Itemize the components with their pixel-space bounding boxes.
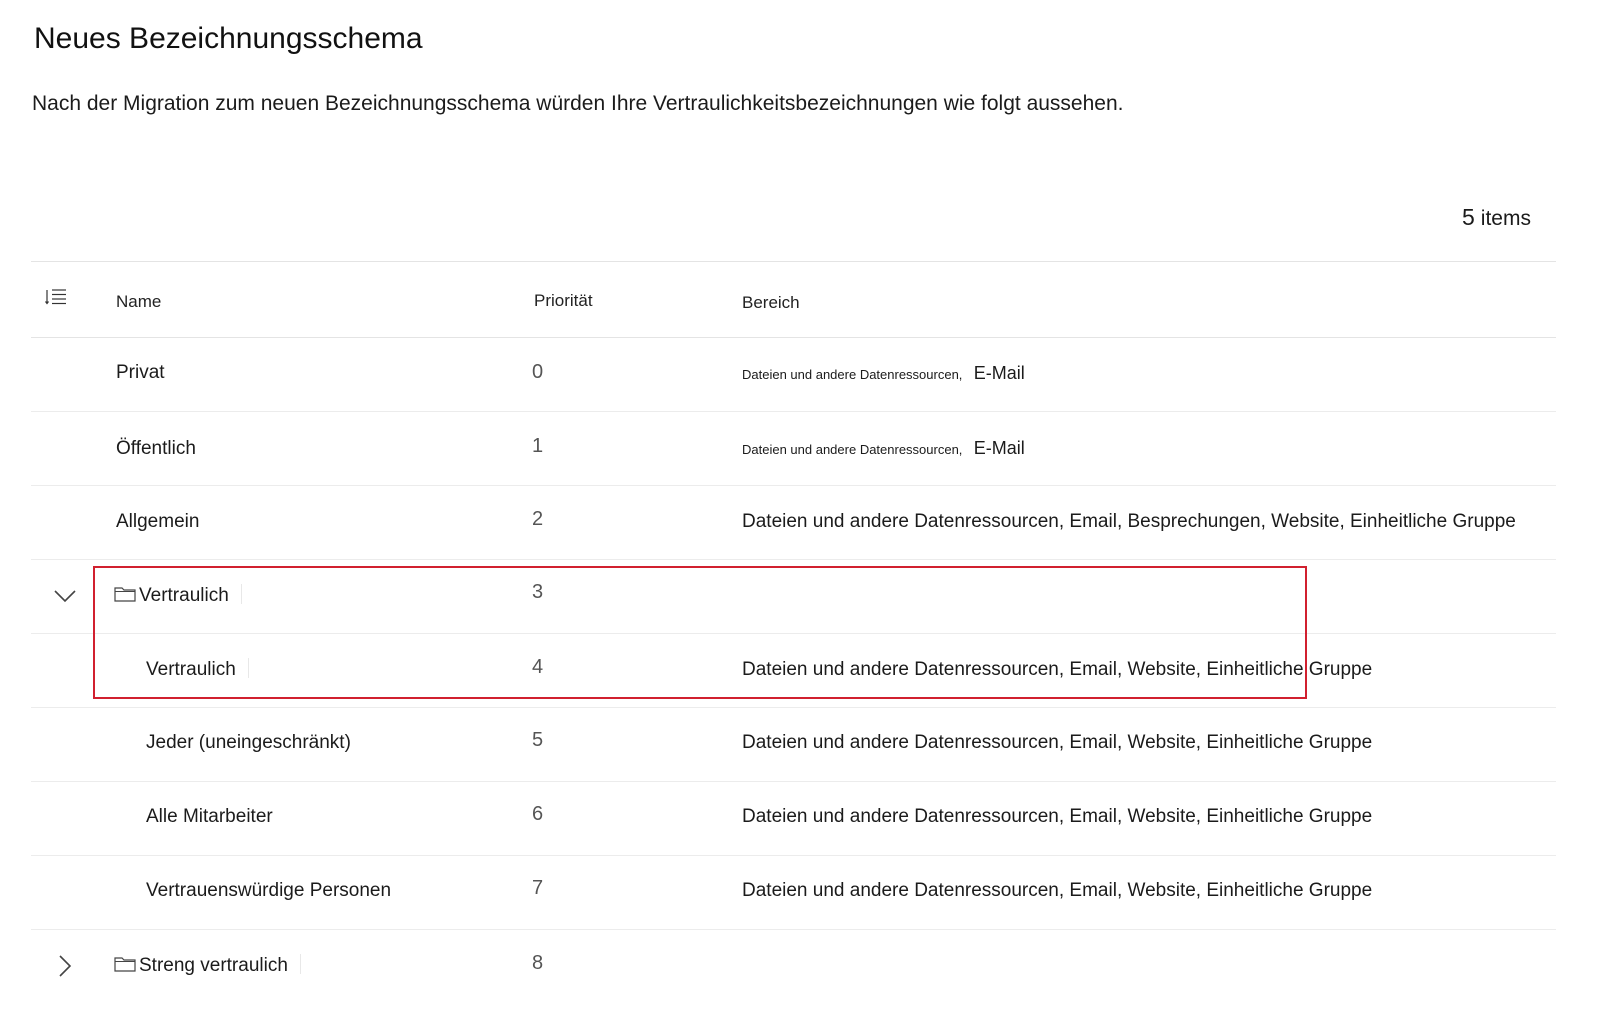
column-separator <box>299 954 301 974</box>
table-row[interactable]: Alle Mitarbeiter 6 Dateien und andere Da… <box>31 782 1556 856</box>
chevron-down-icon[interactable] <box>51 582 79 610</box>
table-row[interactable]: Privat 0 Dateien und andere Datenressour… <box>31 338 1556 412</box>
label-name: Streng vertraulich <box>114 954 301 977</box>
label-priority: 1 <box>532 435 544 457</box>
table-row[interactable]: Vertraulich 4 Dateien und andere Datenre… <box>31 634 1556 708</box>
label-scope: Dateien und andere Datenressourcen, Emai… <box>742 511 1516 532</box>
items-count: 5 items <box>1462 204 1531 231</box>
label-name-text: Vertraulich <box>146 659 236 680</box>
table-row[interactable]: Jeder (uneingeschränkt) 5 Dateien und an… <box>31 708 1556 782</box>
label-scope-part: Dateien und andere Datenressourcen, <box>742 442 963 457</box>
label-scope: Dateien und andere Datenressourcen, Emai… <box>742 806 1373 827</box>
label-name: Allgemein <box>116 511 200 532</box>
chevron-right-icon[interactable] <box>51 952 79 980</box>
label-name: Jeder (uneingeschränkt) <box>146 732 351 753</box>
page-description: Nach der Migration zum neuen Bezeichnung… <box>32 92 1124 115</box>
items-count-label: items <box>1480 207 1531 230</box>
table-row[interactable]: Allgemein 2 Dateien und andere Datenress… <box>31 486 1556 560</box>
list-icon[interactable] <box>45 288 67 306</box>
column-header-name[interactable]: Name <box>116 292 161 312</box>
label-priority: 2 <box>532 508 544 530</box>
label-scope-part: E-Mail <box>973 363 1025 383</box>
label-scope-part: Dateien und andere Datenressourcen, <box>742 367 963 382</box>
column-header-scope[interactable]: Bereich <box>742 293 800 313</box>
label-scope: Dateien und andere Datenressourcen, Emai… <box>742 659 1373 680</box>
label-priority: 4 <box>532 656 544 678</box>
label-scope: Dateien und andere Datenressourcen, Emai… <box>742 732 1373 753</box>
table-row-group[interactable]: Streng vertraulich 8 <box>31 930 1556 1003</box>
folder-icon <box>114 587 136 602</box>
items-count-number: 5 <box>1462 204 1475 230</box>
label-name: Alle Mitarbeiter <box>146 806 273 827</box>
label-scope: Dateien und andere Datenressourcen, E-Ma… <box>742 438 1025 460</box>
page-title: Neues Bezeichnungsschema <box>34 22 423 55</box>
label-name-text: Vertraulich <box>139 585 229 606</box>
label-scope: Dateien und andere Datenressourcen, Emai… <box>742 880 1373 901</box>
label-name: Vertraulich <box>114 584 242 607</box>
table-row[interactable]: Öffentlich 1 Dateien und andere Datenres… <box>31 412 1556 486</box>
label-priority: 5 <box>532 729 544 751</box>
table-row[interactable]: Vertrauenswürdige Personen 7 Dateien und… <box>31 856 1556 930</box>
label-priority: 6 <box>532 803 544 825</box>
column-separator <box>247 658 249 678</box>
label-name: Privat <box>116 362 165 383</box>
label-scope-part: E-Mail <box>973 438 1025 458</box>
label-priority: 8 <box>532 952 544 974</box>
table-header: Name Priorität Bereich <box>31 261 1556 338</box>
label-name-text: Streng vertraulich <box>139 955 288 976</box>
label-priority: 0 <box>532 361 544 383</box>
label-name: Vertraulich <box>146 658 249 681</box>
label-name: Öffentlich <box>116 438 196 459</box>
table-row-group[interactable]: Vertraulich 3 <box>31 560 1556 634</box>
label-name: Vertrauenswürdige Personen <box>146 880 392 901</box>
folder-icon <box>114 957 136 972</box>
column-separator <box>240 584 242 604</box>
column-header-priority[interactable]: Priorität <box>534 291 593 311</box>
labels-table: Name Priorität Bereich Privat 0 Dateien … <box>31 261 1556 1003</box>
label-scope: Dateien und andere Datenressourcen, E-Ma… <box>742 363 1025 385</box>
label-priority: 7 <box>532 877 544 899</box>
label-priority: 3 <box>532 581 544 603</box>
